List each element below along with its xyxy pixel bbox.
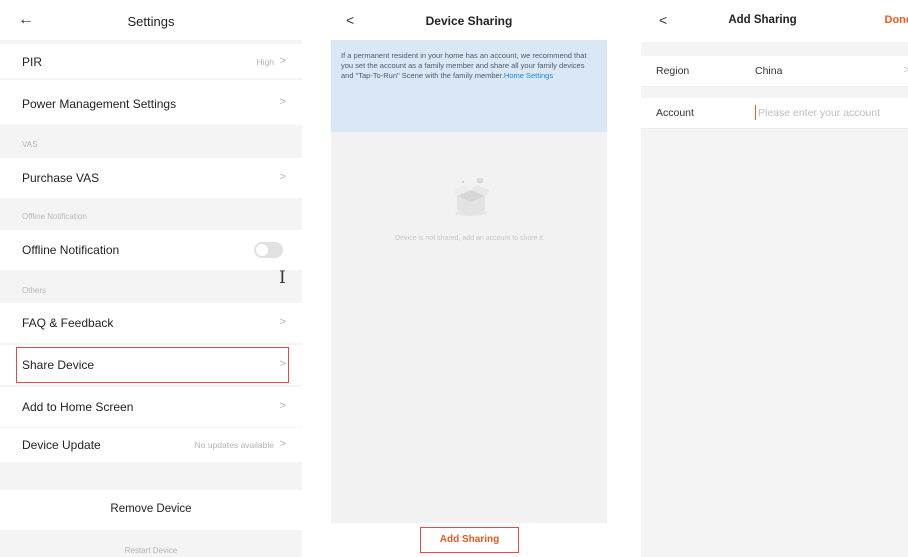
add-to-home-screen-row[interactable]: Add to Home Screen >: [0, 387, 302, 427]
chevron-right-icon: >: [279, 96, 286, 108]
divider: [641, 128, 908, 129]
device-update-row[interactable]: Device Update No updates available >: [0, 428, 302, 462]
add-sharing-title: Add Sharing: [728, 14, 797, 26]
add-to-home-screen-label: Add to Home Screen: [22, 400, 134, 414]
chevron-right-icon: >: [903, 64, 908, 76]
settings-header: ← Settings: [0, 0, 302, 40]
settings-title: Settings: [127, 14, 175, 29]
device-sharing-header: < Device Sharing: [331, 0, 607, 40]
home-settings-link[interactable]: Home Settings: [504, 71, 553, 80]
power-management-label: Power Management Settings: [22, 97, 177, 111]
empty-box-icon: [452, 178, 490, 216]
purchase-vas-row[interactable]: Purchase VAS >: [0, 158, 302, 198]
text-cursor-icon: I: [279, 268, 286, 288]
share-device-highlight: [16, 347, 289, 383]
offline-notification-row: Offline Notification: [0, 230, 302, 270]
region-value: China: [755, 65, 783, 77]
settings-screen: ← Settings PIR High > Power Management S…: [0, 0, 302, 557]
divider: [641, 86, 908, 87]
text-caret: [755, 105, 756, 120]
account-row: Account: [641, 98, 908, 128]
pir-row[interactable]: PIR High >: [0, 44, 302, 78]
empty-state-message: Device is not shared, add an account to …: [395, 235, 543, 242]
device-sharing-screen: < Device Sharing If a permanent resident…: [331, 0, 607, 557]
device-sharing-title: Device Sharing: [425, 14, 513, 28]
chevron-right-icon: >: [279, 438, 286, 450]
offline-notification-toggle[interactable]: [254, 242, 283, 258]
pir-label: PIR: [22, 55, 43, 69]
section-header-vas: VAS: [22, 140, 38, 149]
account-input[interactable]: [758, 103, 908, 123]
section-header-offline: Offline Notification: [22, 212, 87, 221]
faq-feedback-row[interactable]: FAQ & Feedback >: [0, 303, 302, 343]
region-row[interactable]: Region China >: [641, 56, 908, 86]
add-sharing-header: < Add Sharing Done: [641, 0, 908, 42]
chevron-right-icon: >: [279, 316, 286, 328]
pir-value: High: [256, 57, 274, 67]
offline-notification-label: Offline Notification: [22, 243, 120, 257]
region-label: Region: [656, 65, 690, 77]
power-management-row[interactable]: Power Management Settings >: [0, 80, 302, 125]
account-label: Account: [656, 107, 694, 119]
add-sharing-screen: < Add Sharing Done Region China > Accoun…: [641, 0, 908, 557]
done-button[interactable]: Done: [885, 14, 908, 26]
remove-device-label: Remove Device: [110, 503, 192, 515]
section-header-others: Others: [22, 286, 47, 295]
device-update-label: Device Update: [22, 438, 101, 452]
chevron-right-icon: >: [279, 400, 286, 412]
chevron-right-icon: >: [279, 171, 286, 183]
device-update-status: No updates available: [194, 440, 274, 450]
bottom-action-bar: Add Sharing: [331, 523, 607, 557]
faq-feedback-label: FAQ & Feedback: [22, 316, 114, 330]
chevron-right-icon: >: [279, 55, 286, 67]
add-sharing-button[interactable]: Add Sharing: [420, 527, 519, 553]
restart-device-button[interactable]: Restart Device: [0, 546, 302, 555]
family-sharing-banner: If a permanent resident in your home has…: [331, 40, 607, 132]
purchase-vas-label: Purchase VAS: [22, 171, 100, 185]
remove-device-button[interactable]: Remove Device: [0, 490, 302, 530]
